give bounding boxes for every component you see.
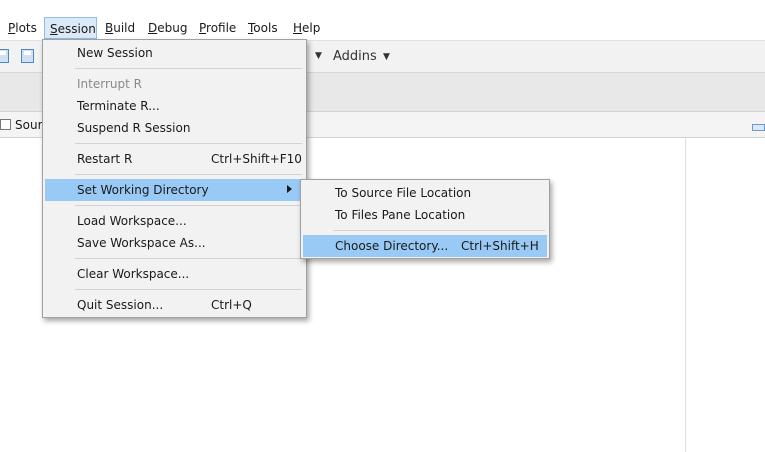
session-menu: New Session Interrupt R Terminate R... S… — [42, 39, 307, 318]
addins-chevron-down-icon[interactable]: ▼ — [383, 52, 390, 62]
terminate-r-label: Terminate R... — [77, 99, 160, 113]
submenu-arrow-icon — [287, 185, 292, 193]
menu-profile-mnemonic: P — [199, 21, 207, 35]
choose-directory-label: Choose Directory... — [335, 239, 449, 253]
separator — [75, 205, 302, 206]
menu-tools-rest: ools — [253, 21, 278, 35]
menu-plots[interactable]: Plots — [3, 17, 42, 39]
separator — [75, 258, 302, 259]
to-files-pane-location-label: To Files Pane Location — [335, 208, 466, 222]
separator — [75, 174, 302, 175]
separator — [75, 289, 302, 290]
separator — [75, 143, 302, 144]
suspend-r-session-label: Suspend R Session — [77, 121, 191, 135]
menu-profile-rest: rofile — [206, 21, 237, 35]
load-workspace-label: Load Workspace... — [77, 214, 187, 228]
choose-directory-shortcut: Ctrl+Shift+H — [461, 239, 539, 253]
menu-session-rest: ession — [57, 22, 96, 36]
menu-item-interrupt-r: Interrupt R — [45, 73, 304, 95]
quit-session-shortcut: Ctrl+Q — [211, 298, 252, 312]
menu-plots-rest: lots — [15, 21, 37, 35]
save-all-icon[interactable] — [21, 49, 34, 63]
set-working-directory-label: Set Working Directory — [77, 183, 209, 197]
quit-session-label: Quit Session... — [77, 298, 164, 312]
new-session-label: New Session — [77, 46, 153, 60]
menu-item-clear-workspace[interactable]: Clear Workspace... — [45, 263, 304, 285]
menu-item-load-workspace[interactable]: Load Workspace... — [45, 210, 304, 232]
separator — [333, 230, 545, 231]
menu-build-mnemonic: B — [105, 21, 114, 35]
menu-build[interactable]: Build — [100, 17, 140, 39]
source-checkbox-icon[interactable] — [0, 119, 11, 130]
menu-help-mnemonic: H — [293, 21, 303, 35]
menu-item-suspend-r-session[interactable]: Suspend R Session — [45, 117, 304, 139]
save-icon[interactable] — [0, 49, 9, 63]
submenu-item-to-source-file-location[interactable]: To Source File Location — [303, 182, 547, 204]
menu-session-mnemonic: S — [50, 22, 58, 36]
menu-item-set-working-directory[interactable]: Set Working Directory — [45, 179, 304, 201]
save-workspace-as-label: Save Workspace As... — [77, 236, 206, 250]
menu-help[interactable]: Help — [288, 17, 325, 39]
menubar: Plots Session Build Debug Profile Tools … — [0, 0, 765, 40]
submenu-item-to-files-pane-location[interactable]: To Files Pane Location — [303, 204, 547, 226]
menu-tools[interactable]: Tools — [243, 17, 283, 39]
menu-build-rest: uild — [113, 21, 136, 35]
menu-item-new-session[interactable]: New Session — [45, 42, 304, 64]
menu-profile[interactable]: Profile — [194, 17, 241, 39]
working-directory-submenu: To Source File Location To Files Pane Lo… — [300, 179, 550, 259]
submenu-item-choose-directory[interactable]: Choose Directory... Ctrl+Shift+H — [303, 235, 547, 257]
menu-item-terminate-r[interactable]: Terminate R... — [45, 95, 304, 117]
restart-r-shortcut: Ctrl+Shift+F10 — [211, 152, 302, 166]
menu-session[interactable]: Session — [44, 17, 97, 39]
menu-debug[interactable]: Debug — [143, 17, 192, 39]
to-source-file-location-label: To Source File Location — [335, 186, 472, 200]
clear-workspace-label: Clear Workspace... — [77, 267, 190, 281]
menu-item-restart-r[interactable]: Restart R Ctrl+Shift+F10 — [45, 148, 304, 170]
interrupt-r-label: Interrupt R — [77, 77, 142, 91]
menu-item-save-workspace-as[interactable]: Save Workspace As... — [45, 232, 304, 254]
menu-debug-rest: ebug — [157, 21, 188, 35]
menu-item-quit-session[interactable]: Quit Session... Ctrl+Q — [45, 294, 304, 316]
menu-help-rest: elp — [302, 21, 321, 35]
maximize-pane-icon[interactable] — [752, 124, 765, 131]
pane-divider[interactable] — [685, 138, 686, 452]
menu-debug-mnemonic: D — [148, 21, 158, 35]
restart-r-label: Restart R — [77, 152, 133, 166]
addins-button[interactable]: Addins — [333, 49, 377, 64]
separator — [75, 68, 302, 69]
chevron-down-icon[interactable]: ▼ — [315, 51, 322, 61]
